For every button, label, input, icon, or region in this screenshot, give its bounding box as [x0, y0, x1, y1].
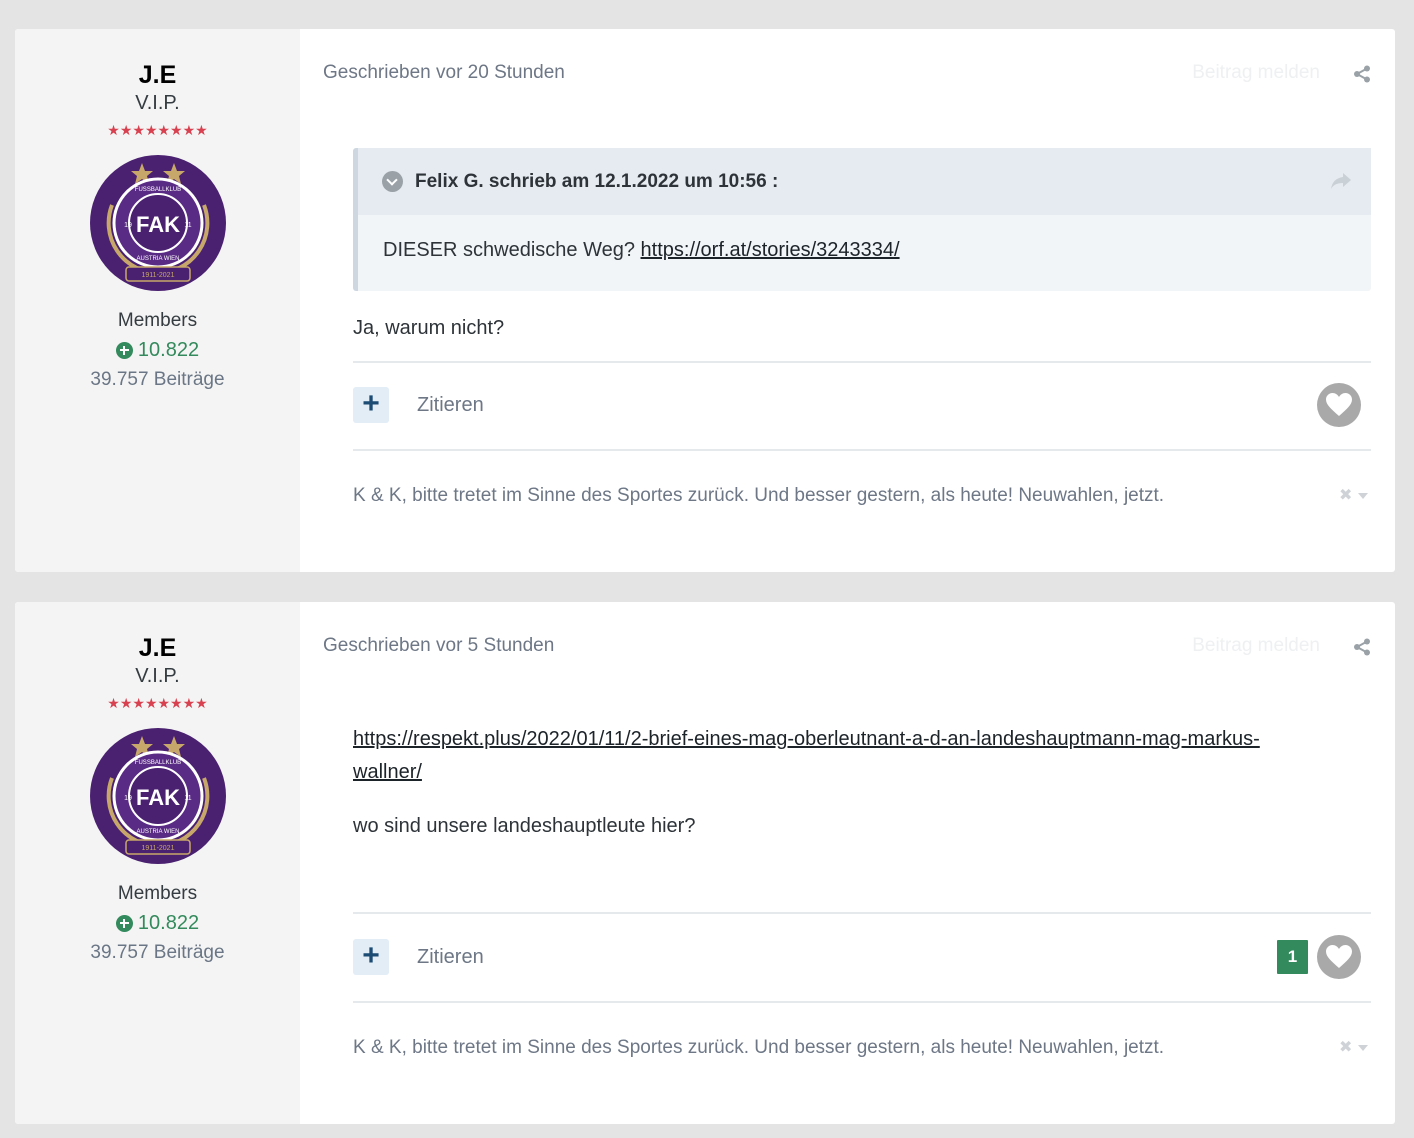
post-timestamp[interactable]: Geschrieben vor 20 Stunden: [323, 62, 565, 84]
caret-down-icon: [1358, 493, 1369, 499]
quote-body: DIESER schwedische Weg? https://orf.at/s…: [358, 215, 1371, 262]
post-count: 39.757 Beiträge: [90, 369, 225, 390]
author-title: V.I.P.: [135, 92, 180, 114]
plus-icon: +: [362, 387, 380, 420]
quote-link[interactable]: https://orf.at/stories/3243334/: [641, 239, 900, 261]
report-link[interactable]: Beitrag melden: [1192, 62, 1320, 84]
link-line[interactable]: https://respekt.plus/2022/01/11/2-brief-…: [353, 728, 1260, 750]
post-link[interactable]: https://respekt.plus/2022/01/11/2-brief-…: [353, 723, 1260, 789]
author-name[interactable]: J.E: [139, 633, 177, 663]
avatar[interactable]: FAK 19 11 FUSSBALLKLUB AUSTRIA WIEN 1911…: [90, 155, 226, 291]
signature: K & K, bitte tretet im Sinne des Sportes…: [353, 1037, 1165, 1058]
avatar-years: 1911-2021: [141, 272, 174, 279]
avatar-text-top: FUSSBALLKLUB: [134, 187, 180, 193]
post-text: Ja, warum nicht?: [353, 317, 505, 339]
quote-text: DIESER schwedische Weg?: [383, 239, 641, 261]
heart-icon: [1326, 393, 1352, 416]
avatar-year-left: 19: [124, 222, 132, 229]
quote-block: Felix G. schrieb am 12.1.2022 um 10:56 :…: [353, 148, 1371, 291]
avatar-year-right: 11: [184, 795, 191, 802]
avatar-text-bottom: AUSTRIA WIEN: [136, 829, 179, 835]
quote-button[interactable]: Zitieren: [417, 394, 484, 417]
like-button[interactable]: [1317, 383, 1361, 427]
quote-button[interactable]: Zitieren: [417, 946, 484, 969]
reputation-value: 10.822: [137, 912, 200, 934]
report-link[interactable]: Beitrag melden: [1192, 635, 1320, 657]
reputation-badge: 10.822: [115, 338, 200, 362]
post-text: wo sind unsere landeshauptleute hier?: [353, 815, 696, 837]
reputation-badge: 10.822: [115, 911, 200, 935]
signature-options[interactable]: ✖: [1339, 1039, 1371, 1056]
avatar-year-right: 11: [184, 222, 191, 229]
avatar-text-center: FAK: [136, 212, 180, 237]
avatar-year-left: 19: [124, 795, 132, 802]
post-count: 39.757 Beiträge: [90, 942, 225, 963]
author-panel: J.E V.I.P. ★★★★★★★★ FAK 19 11 FUSSBALLKL…: [15, 29, 300, 572]
link-line[interactable]: wallner/: [353, 761, 422, 783]
avatar[interactable]: FAK 19 11 FUSSBALLKLUB AUSTRIA WIEN 1911…: [90, 728, 226, 864]
quote-citation: Felix G. schrieb am 12.1.2022 um 10:56 :: [415, 170, 779, 192]
post: J.E V.I.P. ★★★★★★★★ FAK 19 11 FUSSBALLKL…: [15, 602, 1395, 1124]
post-content: Geschrieben vor 5 Stunden Beitrag melden…: [300, 602, 1395, 1124]
share-icon[interactable]: [1353, 65, 1371, 83]
signature-options[interactable]: ✖: [1339, 487, 1371, 504]
post-content: Geschrieben vor 20 Stunden Beitrag melde…: [300, 29, 1395, 572]
divider: [353, 912, 1371, 914]
divider: [353, 449, 1371, 451]
share-arrow-icon[interactable]: [1329, 170, 1353, 192]
close-icon: ✖: [1339, 1039, 1353, 1056]
plus-circle-icon: [115, 914, 133, 932]
divider: [353, 1001, 1371, 1003]
rank-stars: ★★★★★★★★: [107, 695, 208, 711]
caret-down-icon: [1358, 1045, 1369, 1051]
heart-icon: [1326, 945, 1352, 968]
share-icon[interactable]: [1353, 638, 1371, 656]
post-timestamp[interactable]: Geschrieben vor 5 Stunden: [323, 635, 554, 657]
member-group: Members: [117, 883, 198, 904]
member-group: Members: [117, 310, 198, 331]
divider: [353, 361, 1371, 363]
post: J.E V.I.P. ★★★★★★★★ FAK 19 11 FUSSBALLKL…: [15, 29, 1395, 572]
avatar-text-top: FUSSBALLKLUB: [134, 760, 180, 766]
like-button[interactable]: [1317, 935, 1361, 979]
multiquote-button[interactable]: +: [353, 939, 389, 975]
collapse-icon[interactable]: [382, 171, 403, 192]
plus-icon: +: [362, 939, 380, 972]
rank-stars: ★★★★★★★★: [107, 122, 208, 138]
avatar-text-bottom: AUSTRIA WIEN: [136, 256, 179, 262]
reputation-value: 10.822: [137, 339, 200, 361]
avatar-text-center: FAK: [136, 785, 180, 810]
avatar-years: 1911-2021: [141, 845, 174, 852]
quote-citation-bar[interactable]: Felix G. schrieb am 12.1.2022 um 10:56 :: [358, 148, 1371, 215]
author-name[interactable]: J.E: [139, 60, 177, 90]
author-title: V.I.P.: [135, 665, 180, 687]
author-panel: J.E V.I.P. ★★★★★★★★ FAK 19 11 FUSSBALLKL…: [15, 602, 300, 1124]
close-icon: ✖: [1339, 487, 1353, 504]
signature: K & K, bitte tretet im Sinne des Sportes…: [353, 485, 1165, 506]
plus-circle-icon: [115, 341, 133, 359]
multiquote-button[interactable]: +: [353, 387, 389, 423]
like-count-badge[interactable]: 1: [1277, 940, 1308, 974]
